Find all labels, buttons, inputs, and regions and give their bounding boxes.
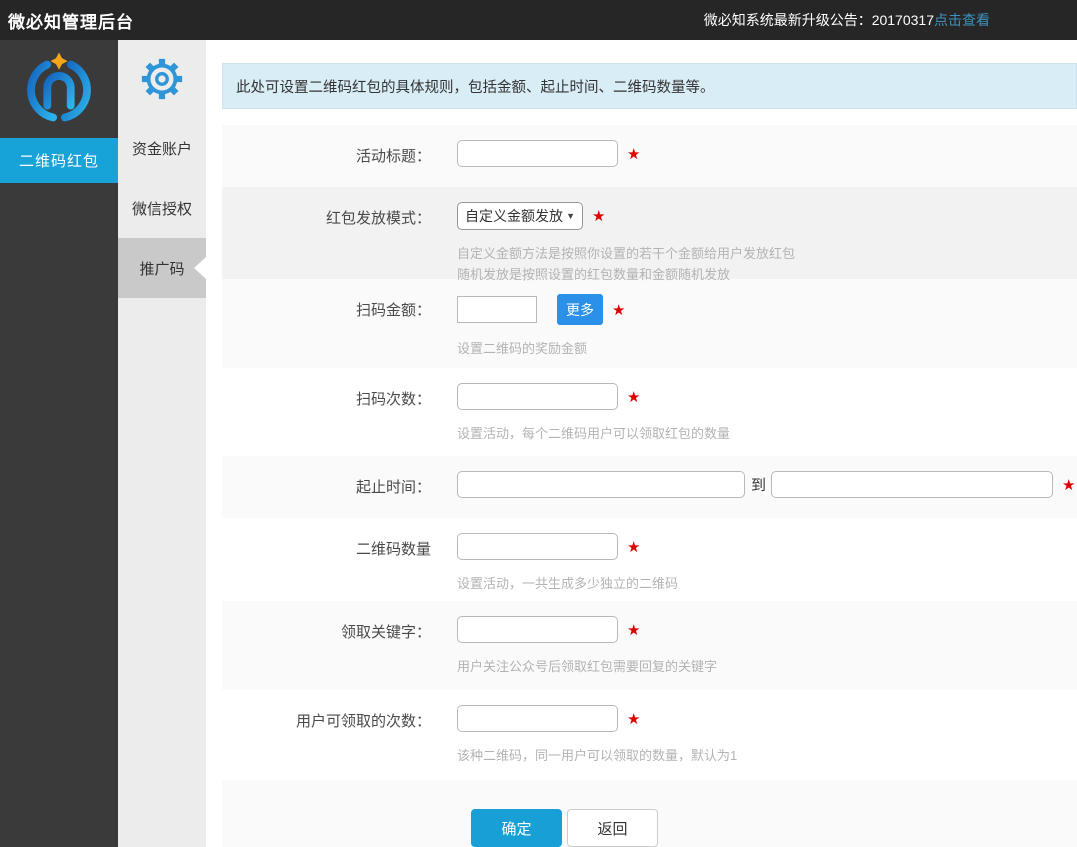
back-button[interactable]: 返回 (567, 809, 658, 847)
required-star-icon: ★ (627, 621, 640, 639)
announcement-text: 微必知系统最新升级公告：20170317 (704, 12, 934, 28)
announcement-bar: 微必知系统最新升级公告：20170317点击查看 (704, 10, 1077, 30)
time-range-label: 起止时间： (222, 471, 431, 518)
required-star-icon: ★ (1062, 476, 1075, 494)
required-star-icon: ★ (627, 388, 640, 406)
scan-times-input[interactable] (457, 383, 618, 410)
chevron-down-icon: ▼ (566, 211, 575, 221)
main-content: 此处可设置二维码红包的具体规则，包括金额、起止时间、二维码数量等。 活动标题： … (206, 40, 1077, 847)
row-claim-keyword: 领取关键字： ★ 用户关注公众号后领取红包需要回复的关键字 (222, 601, 1077, 690)
announcement-view-link[interactable]: 点击查看 (934, 12, 990, 28)
user-claim-times-helper: 该种二维码，同一用户可以领取的数量，默认为1 (457, 745, 1077, 766)
info-banner: 此处可设置二维码红包的具体规则，包括金额、起止时间、二维码数量等。 (222, 63, 1077, 109)
row-time-range: 起止时间： 到 ★ (222, 456, 1077, 518)
start-time-input[interactable] (457, 471, 745, 498)
required-star-icon: ★ (627, 710, 640, 728)
sub-sidebar: 资金账户 微信授权 推广码 (118, 40, 206, 847)
scan-amount-helper: 设置二维码的奖励金额 (457, 338, 1077, 359)
confirm-button[interactable]: 确定 (471, 809, 562, 847)
row-scan-amount: 扫码金额： 更多 ★ 设置二维码的奖励金额 (222, 279, 1077, 368)
topbar: 微必知管理后台 微必知系统最新升级公告：20170317点击查看 (0, 0, 1077, 40)
app-body: 二维码红包 资金账户 微信授权 推广码 (0, 40, 1077, 847)
qrcode-count-input[interactable] (457, 533, 618, 560)
sidebar-item-qrcode-redpacket[interactable]: 二维码红包 (0, 138, 118, 183)
dispatch-mode-value: 自定义金额发放 (465, 206, 566, 226)
row-scan-times: 扫码次数： ★ 设置活动，每个二维码用户可以领取红包的数量 (222, 368, 1077, 456)
main-sidebar: 二维码红包 (0, 40, 118, 847)
dispatch-mode-select[interactable]: 自定义金额发放 ▼ (457, 202, 583, 230)
activity-title-label: 活动标题： (222, 140, 431, 187)
gear-icon (139, 56, 185, 102)
row-dispatch-mode: 红包发放模式： 自定义金额发放 ▼ ★ 自定义金额方法是按照你设置的若干个金额给… (222, 187, 1077, 279)
form-footer: 确定 返回 (222, 780, 1077, 847)
more-button[interactable]: 更多 (557, 294, 603, 325)
end-time-input[interactable] (771, 471, 1053, 498)
scan-amount-input[interactable] (457, 296, 537, 323)
dispatch-mode-label: 红包发放模式： (222, 202, 431, 279)
required-star-icon: ★ (612, 301, 625, 319)
dispatch-mode-helper: 自定义金额方法是按照你设置的若干个金额给用户发放红包 随机发放是按照设置的红包数… (457, 243, 1077, 285)
required-star-icon: ★ (592, 207, 605, 225)
scan-amount-label: 扫码金额： (222, 294, 431, 368)
row-qrcode-count: 二维码数量 ★ 设置活动，一共生成多少独立的二维码 (222, 518, 1077, 601)
app-title: 微必知管理后台 (0, 8, 134, 33)
submenu-item-wechat-auth[interactable]: 微信授权 (118, 178, 206, 238)
scan-times-label: 扫码次数： (222, 383, 431, 456)
claim-keyword-helper: 用户关注公众号后领取红包需要回复的关键字 (457, 656, 1077, 677)
logo (0, 40, 118, 138)
scan-times-helper: 设置活动，每个二维码用户可以领取红包的数量 (457, 423, 1077, 444)
settings-section[interactable] (118, 40, 206, 118)
activity-title-input[interactable] (457, 140, 618, 167)
required-star-icon: ★ (627, 538, 640, 556)
submenu-item-promo-code[interactable]: 推广码 (118, 238, 206, 298)
qrcode-count-helper: 设置活动，一共生成多少独立的二维码 (457, 573, 1077, 594)
submenu-item-funds-account[interactable]: 资金账户 (118, 118, 206, 178)
claim-keyword-input[interactable] (457, 616, 618, 643)
brand-logo-icon (20, 51, 98, 129)
user-claim-times-label: 用户可领取的次数： (222, 705, 431, 780)
row-activity-title: 活动标题： ★ (222, 125, 1077, 187)
required-star-icon: ★ (627, 145, 640, 163)
qrcode-count-label: 二维码数量 (222, 533, 431, 601)
user-claim-times-input[interactable] (457, 705, 618, 732)
claim-keyword-label: 领取关键字： (222, 616, 431, 690)
time-range-separator: 到 (751, 474, 766, 495)
row-user-claim-times: 用户可领取的次数： ★ 该种二维码，同一用户可以领取的数量，默认为1 (222, 690, 1077, 780)
